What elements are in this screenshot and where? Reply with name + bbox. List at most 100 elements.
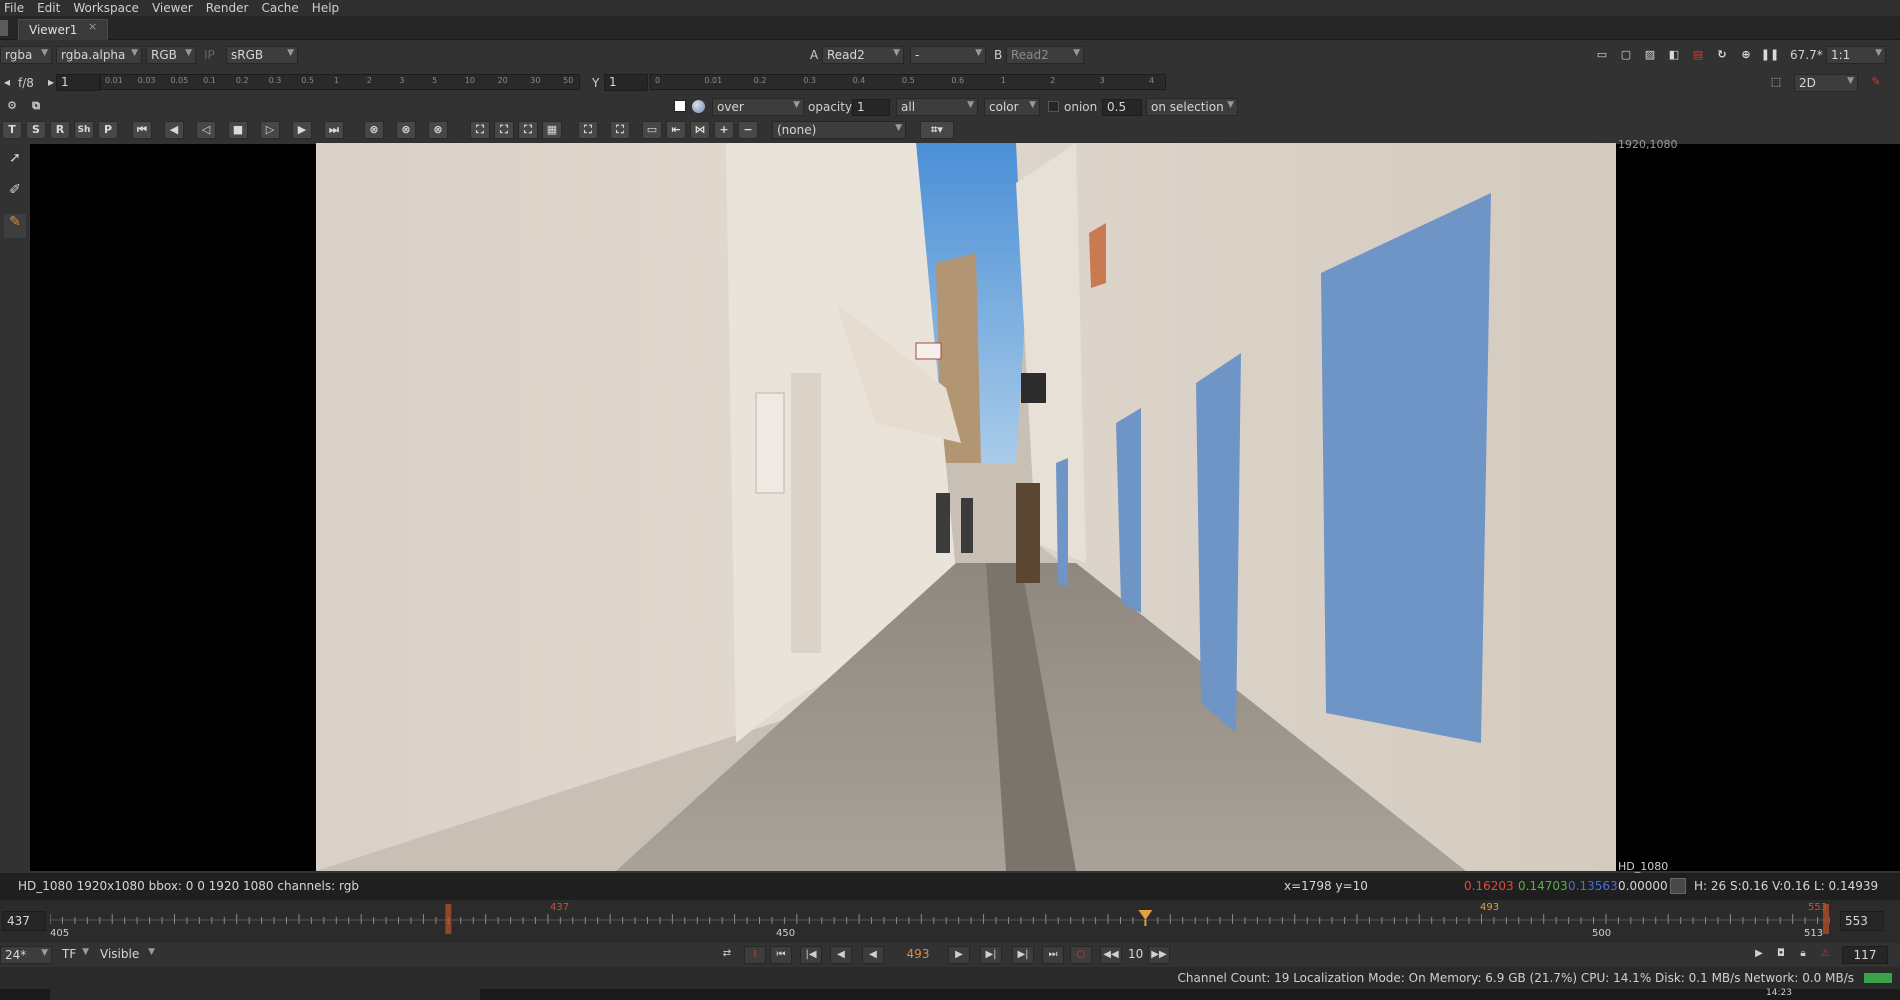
- display-channel-dropdown[interactable]: RGB ▼: [146, 46, 196, 64]
- lut-dropdown[interactable]: sRGB ▼: [226, 46, 298, 64]
- menu-cache[interactable]: Cache: [257, 1, 307, 15]
- select-arrow-icon[interactable]: ➚: [4, 150, 26, 174]
- lifetime-dropdown[interactable]: (none) ▼: [772, 121, 906, 139]
- proxy-icon[interactable]: ▤: [1688, 47, 1708, 65]
- fps-dropdown[interactable]: 24* ▼: [0, 946, 52, 964]
- last-frame-icon[interactable]: ⏭: [324, 121, 344, 139]
- frame-count-field[interactable]: 117: [1842, 946, 1888, 964]
- in-point-marker[interactable]: [445, 904, 452, 934]
- first-frame-icon[interactable]: ⏮: [770, 946, 792, 964]
- last-frame-icon[interactable]: ⏭: [1042, 946, 1064, 964]
- out-frame-field[interactable]: 553: [1840, 911, 1884, 931]
- input-b-dropdown[interactable]: Read2 ▼: [1006, 46, 1084, 64]
- paint-icon[interactable]: ✎: [4, 214, 26, 238]
- clipping-warning-icon[interactable]: ▨: [1640, 47, 1660, 65]
- menu-viewer[interactable]: Viewer: [148, 1, 202, 15]
- link-icon[interactable]: ⧉: [26, 98, 46, 116]
- play-back-icon[interactable]: ◁: [196, 121, 216, 139]
- key-back-icon[interactable]: ⇤: [666, 121, 686, 139]
- skew-button[interactable]: Sh: [74, 121, 94, 139]
- onion-field[interactable]: 0.5: [1102, 99, 1142, 116]
- add-key-icon[interactable]: +: [714, 121, 734, 139]
- panel-grip-handle[interactable]: [0, 20, 8, 36]
- selection-dropdown[interactable]: on selection ▼: [1146, 98, 1238, 116]
- timeline-ruler[interactable]: [50, 900, 1830, 943]
- gain-play-icon[interactable]: ▸: [48, 75, 54, 89]
- fill-icon[interactable]: ⛶: [494, 121, 514, 139]
- gain-slider[interactable]: 0.01 0.03 0.05 0.1 0.2 0.3 0.5 1 2 3 5 10 20 30 50: [100, 74, 580, 90]
- grid-icon[interactable]: ▦: [542, 121, 562, 139]
- step-forward-icon[interactable]: ▶: [292, 121, 312, 139]
- zoom-level[interactable]: 67.7*: [1790, 48, 1823, 62]
- play-reverse-icon[interactable]: ◀: [862, 946, 884, 964]
- view-mode-dropdown[interactable]: 2D ▼: [1794, 74, 1858, 92]
- paint-mode-dropdown[interactable]: color ▼: [984, 98, 1040, 116]
- menu-help[interactable]: Help: [308, 1, 348, 15]
- ip-toggle[interactable]: IP: [204, 48, 215, 62]
- step-forward-icon[interactable]: ▶|: [980, 946, 1002, 964]
- overlay-icon[interactable]: ◧: [1664, 47, 1684, 65]
- lock-icon[interactable]: 🔒︎: [1792, 946, 1814, 964]
- target-icon[interactable]: ⊕: [1736, 47, 1756, 65]
- playhead-marker[interactable]: [1138, 910, 1153, 920]
- play-forward-icon[interactable]: ▷: [260, 121, 280, 139]
- refresh-icon[interactable]: ↻: [1712, 47, 1732, 65]
- timecode-format-dropdown[interactable]: TF ▼: [58, 946, 92, 964]
- composite-mode-dropdown[interactable]: over ▼: [712, 98, 804, 116]
- prev-key-icon[interactable]: |◀: [800, 946, 822, 964]
- alpha-channel-dropdown[interactable]: rgba.alpha ▼: [56, 46, 142, 64]
- skip-forward-icon[interactable]: ▶▶: [1148, 946, 1170, 964]
- pen-icon[interactable]: ✎: [1866, 74, 1886, 92]
- play-icon[interactable]: ▶: [948, 946, 970, 964]
- brush-icon[interactable]: ✐: [4, 182, 26, 206]
- snap-icon[interactable]: ⛶: [610, 121, 630, 139]
- key-icon[interactable]: ⋈: [690, 121, 710, 139]
- region-icon[interactable]: ⬚: [1766, 74, 1786, 92]
- wipe-operation-dropdown[interactable]: - ▼: [910, 46, 986, 64]
- settings-gear-icon[interactable]: ⚙: [2, 98, 22, 116]
- step-back-icon[interactable]: ◀: [164, 121, 184, 139]
- input-a-dropdown[interactable]: Read2 ▼: [822, 46, 904, 64]
- clear-back-icon[interactable]: ⊗: [396, 121, 416, 139]
- monitor-output-icon[interactable]: ▶: [1748, 946, 1770, 964]
- step-back-icon[interactable]: ◀: [830, 946, 852, 964]
- remove-key-icon[interactable]: −: [738, 121, 758, 139]
- layers-dropdown[interactable]: all ▼: [896, 98, 978, 116]
- pivot-button[interactable]: P: [98, 121, 118, 139]
- camera-icon[interactable]: ◘: [1770, 946, 1792, 964]
- gain-field[interactable]: 1: [56, 74, 100, 91]
- loop-icon[interactable]: ⇄: [716, 946, 738, 964]
- clear-forward-icon[interactable]: ⊗: [428, 121, 448, 139]
- menu-file[interactable]: File: [0, 1, 33, 15]
- fit-icon[interactable]: ⛶: [470, 121, 490, 139]
- ratio-dropdown[interactable]: 1:1 ▼: [1826, 46, 1886, 64]
- rotate-button[interactable]: R: [50, 121, 70, 139]
- out-point-icon[interactable]: ○: [1070, 946, 1092, 964]
- skip-back-icon[interactable]: ◀◀: [1100, 946, 1122, 964]
- visible-range-dropdown[interactable]: Visible ▼: [96, 946, 158, 964]
- onion-checkbox[interactable]: [1048, 101, 1059, 112]
- translate-button[interactable]: T: [2, 121, 22, 139]
- frame-icon[interactable]: ▭: [642, 121, 662, 139]
- current-frame-field[interactable]: 493: [894, 946, 942, 964]
- menu-workspace[interactable]: Workspace: [69, 1, 148, 15]
- in-frame-field[interactable]: 437: [2, 911, 46, 931]
- fstop-decrement-icon[interactable]: ◂: [4, 75, 10, 89]
- crop-icon[interactable]: ⛶: [518, 121, 538, 139]
- first-frame-icon[interactable]: ⏮: [132, 121, 152, 139]
- gamma-slider[interactable]: 0 0.01 0.2 0.3 0.4 0.5 0.6 1 2 3 4: [650, 74, 1166, 90]
- taskbar-search-box[interactable]: [50, 989, 480, 1000]
- scale-button[interactable]: S: [26, 121, 46, 139]
- color-wheel-icon[interactable]: [692, 100, 705, 113]
- tab-close-icon[interactable]: ×: [88, 20, 97, 33]
- gamma-field[interactable]: 1: [604, 74, 648, 91]
- menu-edit[interactable]: Edit: [33, 1, 69, 15]
- menu-render[interactable]: Render: [202, 1, 258, 15]
- opacity-field[interactable]: 1: [852, 99, 890, 116]
- step-increment-field[interactable]: 10: [1124, 946, 1148, 964]
- bbox-icon[interactable]: ⛶: [578, 121, 598, 139]
- stop-icon[interactable]: ■: [228, 121, 248, 139]
- timeline[interactable]: 437 405 450 500 513 437 493 553 553: [0, 900, 1900, 943]
- next-key-icon[interactable]: ▶|: [1012, 946, 1034, 964]
- safe-area-icon[interactable]: ▢: [1616, 47, 1636, 65]
